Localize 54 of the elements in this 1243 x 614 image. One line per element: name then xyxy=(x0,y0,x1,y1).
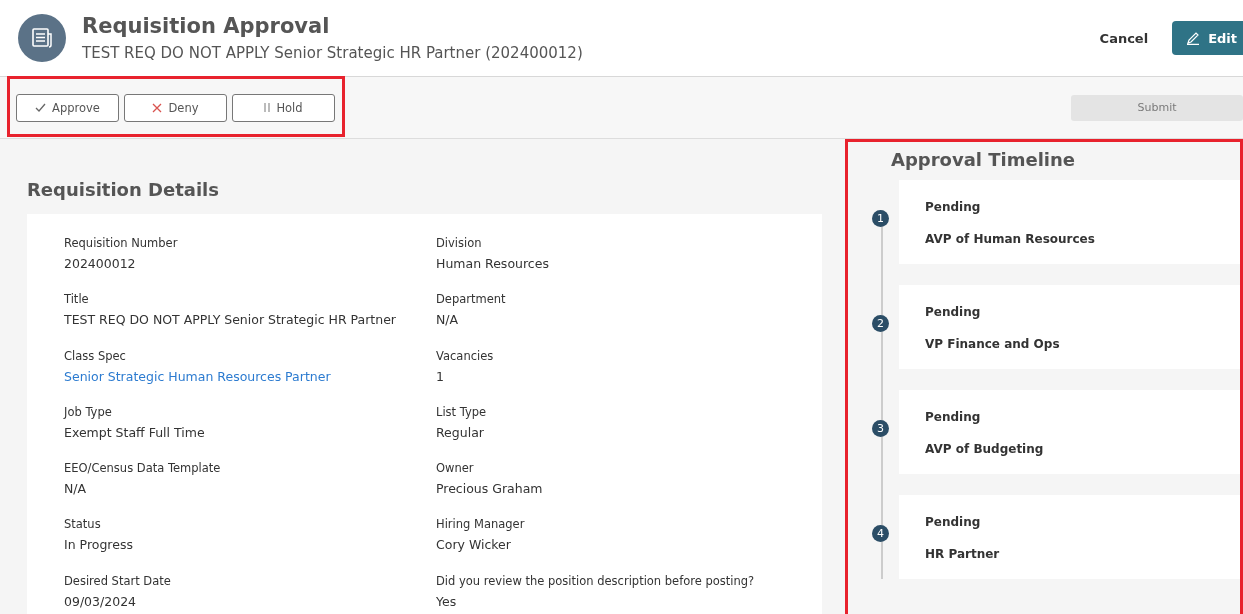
field-label: EEO/Census Data Template xyxy=(64,461,222,476)
page-subtitle: TEST REQ DO NOT APPLY Senior Strategic HR Partner (202400012) xyxy=(82,44,584,62)
section-title: Approval Timeline xyxy=(891,149,1077,170)
close-icon xyxy=(152,102,163,113)
step-status: Pending xyxy=(925,200,982,214)
pause-icon xyxy=(264,103,271,112)
cancel-button[interactable]: Cancel xyxy=(1093,29,1155,47)
field-label: Hiring Manager xyxy=(436,517,526,532)
field-value: Exempt Staff Full Time xyxy=(64,424,206,440)
field-value: Yes xyxy=(436,593,458,609)
step-number: 4 xyxy=(872,525,889,542)
document-icon xyxy=(18,14,66,62)
field-label: Desired Start Date xyxy=(64,573,172,588)
step-approver: VP Finance and Ops xyxy=(925,337,1061,351)
field-label: Class Spec xyxy=(64,348,127,363)
field-value: N/A xyxy=(436,312,460,328)
field-value: Regular xyxy=(436,424,485,440)
field-label: Status xyxy=(64,517,102,532)
field-value: In Progress xyxy=(64,537,134,553)
step-status: Pending xyxy=(925,515,982,529)
field-label: List Type xyxy=(436,404,488,419)
field-value: Human Resources xyxy=(436,256,550,271)
step-status: Pending xyxy=(925,305,982,319)
field-value: Cory Wicker xyxy=(436,537,512,553)
field-value: Precious Graham xyxy=(436,481,544,497)
field-value: N/A xyxy=(64,481,88,497)
step-number: 1 xyxy=(872,210,889,227)
pencil-icon xyxy=(1186,31,1201,45)
step-number: 3 xyxy=(872,420,889,437)
field-value: TEST REQ DO NOT APPLY Senior Strategic HR Partner xyxy=(64,312,397,328)
approve-button[interactable]: Approve xyxy=(16,93,119,122)
step-number: 2 xyxy=(872,315,889,332)
step-approver: HR Partner xyxy=(925,547,1001,561)
step-approver: AVP of Human Resources xyxy=(925,232,1096,246)
page-title: Requisition Approval xyxy=(82,14,331,38)
field-label: Division xyxy=(436,236,483,250)
field-label: Requisition Number xyxy=(64,236,179,250)
field-label: Did you review the position description before posting? xyxy=(436,573,756,588)
section-title: Requisition Details xyxy=(27,179,220,200)
field-label: Vacancies xyxy=(436,348,495,363)
field-label: Owner xyxy=(436,461,475,476)
deny-button[interactable]: Deny xyxy=(124,93,227,122)
hold-button[interactable]: Hold xyxy=(232,93,335,122)
check-icon xyxy=(35,103,47,112)
field-label: Job Type xyxy=(64,404,113,419)
field-link[interactable]: Senior Strategic Human Resources Partner xyxy=(64,368,436,384)
edit-button[interactable]: Edit xyxy=(1172,21,1243,55)
step-approver: AVP of Budgeting xyxy=(925,442,1045,456)
field-label: Department xyxy=(436,292,507,307)
step-status: Pending xyxy=(925,410,982,424)
field-value: 202400012 xyxy=(64,256,137,271)
field-value: 1 xyxy=(436,368,445,384)
field-value: 09/03/2024 xyxy=(64,593,138,609)
field-label: Title xyxy=(64,292,90,307)
